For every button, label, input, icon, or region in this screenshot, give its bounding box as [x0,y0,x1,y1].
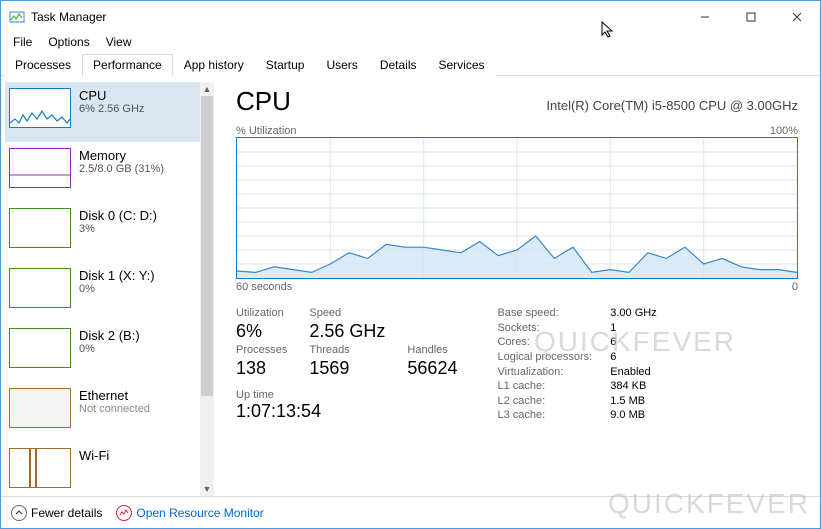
minimize-button[interactable] [682,2,728,32]
task-manager-window: Task Manager File Options View Processes… [0,0,821,529]
sidebar-item-ethernet[interactable]: EthernetNot connected [5,382,200,442]
memory-thumb-icon [9,148,71,188]
fewer-details-button[interactable]: Fewer details [11,505,102,521]
page-title: CPU [236,86,291,117]
tab-app-history[interactable]: App history [173,54,255,76]
sidebar-label: Ethernet [79,388,150,403]
menubar: File Options View [1,32,820,52]
sidebar-item-disk1[interactable]: Disk 1 (X: Y:)0% [5,262,200,322]
sidebar-sub: 6% 2.56 GHz [79,103,144,115]
sidebar-label: CPU [79,88,144,103]
sidebar-sub: 0% [79,283,155,295]
spec-key: Sockets: [497,322,592,335]
disk-thumb-icon [9,208,71,248]
spec-val: 3.00 GHz [610,307,656,320]
disk-thumb-icon [9,328,71,368]
tab-performance[interactable]: Performance [82,54,173,76]
tab-users[interactable]: Users [315,54,368,76]
sidebar-label: Disk 1 (X: Y:) [79,268,155,283]
scroll-thumb[interactable] [201,96,213,396]
maximize-button[interactable] [728,2,774,32]
close-button[interactable] [774,2,820,32]
sidebar-label: Wi-Fi [79,448,109,463]
uptime-label: Up time [236,389,457,401]
scroll-down-icon[interactable]: ▼ [200,482,214,496]
sidebar-item-wifi[interactable]: Wi-Fi [5,442,200,496]
chevron-up-icon [11,505,27,521]
footer: Fewer details Open Resource Monitor [1,496,820,528]
sidebar-label: Disk 2 (B:) [79,328,140,343]
sidebar-item-cpu[interactable]: CPU6% 2.56 GHz [5,82,200,142]
cpu-model: Intel(R) Core(TM) i5-8500 CPU @ 3.00GHz [546,98,798,113]
processes-value: 138 [236,358,287,379]
sidebar-sub: 3% [79,223,157,235]
sidebar: CPU6% 2.56 GHz Memory2.5/8.0 GB (31%) Di… [1,76,214,496]
sidebar-item-disk2[interactable]: Disk 2 (B:)0% [5,322,200,382]
sidebar-label: Disk 0 (C: D:) [79,208,157,223]
menu-options[interactable]: Options [42,33,95,51]
spec-key: Base speed: [497,307,592,320]
sidebar-item-disk0[interactable]: Disk 0 (C: D:)3% [5,202,200,262]
spec-key: L2 cache: [497,395,592,408]
sidebar-label: Memory [79,148,164,163]
threads-value: 1569 [309,358,385,379]
sidebar-scrollbar[interactable]: ▲ ▼ [200,82,214,496]
chart-x-right: 0 [792,281,798,293]
spec-val: 1 [610,322,656,335]
handles-value: 56624 [407,358,457,379]
cpu-thumb-icon [9,88,71,128]
spec-key: L1 cache: [497,380,592,393]
spec-key: Logical processors: [497,351,592,364]
spec-val: 9.0 MB [610,409,656,422]
spec-val: 1.5 MB [610,395,656,408]
cpu-utilization-chart[interactable] [236,137,798,279]
speed-value: 2.56 GHz [309,321,385,342]
spec-val: 384 KB [610,380,656,393]
disk-thumb-icon [9,268,71,308]
speed-label: Speed [309,307,385,319]
chart-x-left: 60 seconds [236,281,292,293]
tabstrip: Processes Performance App history Startu… [1,52,820,76]
processes-label: Processes [236,344,287,356]
chart-y-label: % Utilization [236,125,297,137]
utilization-label: Utilization [236,307,287,319]
spec-val: Enabled [610,366,656,379]
sidebar-sub: Not connected [79,403,150,415]
sidebar-sub: 0% [79,343,140,355]
app-icon [9,9,25,25]
ethernet-thumb-icon [9,388,71,428]
utilization-value: 6% [236,321,287,342]
uptime-value: 1:07:13:54 [236,401,457,422]
tab-services[interactable]: Services [428,54,496,76]
spec-val: 6 [610,351,656,364]
tab-startup[interactable]: Startup [255,54,316,76]
spec-val: 6 [610,336,656,349]
spec-key: L3 cache: [497,409,592,422]
spec-key: Virtualization: [497,366,592,379]
threads-label: Threads [309,344,385,356]
wifi-thumb-icon [9,448,71,488]
window-title: Task Manager [31,10,106,24]
titlebar[interactable]: Task Manager [1,1,820,32]
monitor-icon [116,505,132,521]
chart-y-max: 100% [770,125,798,137]
menu-file[interactable]: File [7,33,38,51]
tab-details[interactable]: Details [369,54,428,76]
main-panel: CPU Intel(R) Core(TM) i5-8500 CPU @ 3.00… [214,76,820,496]
menu-view[interactable]: View [100,33,138,51]
tab-processes[interactable]: Processes [4,54,82,76]
handles-label: Handles [407,344,457,356]
scroll-up-icon[interactable]: ▲ [200,82,214,96]
sidebar-sub: 2.5/8.0 GB (31%) [79,163,164,175]
sidebar-item-memory[interactable]: Memory2.5/8.0 GB (31%) [5,142,200,202]
spec-key: Cores: [497,336,592,349]
open-resource-monitor-link[interactable]: Open Resource Monitor [116,505,263,521]
